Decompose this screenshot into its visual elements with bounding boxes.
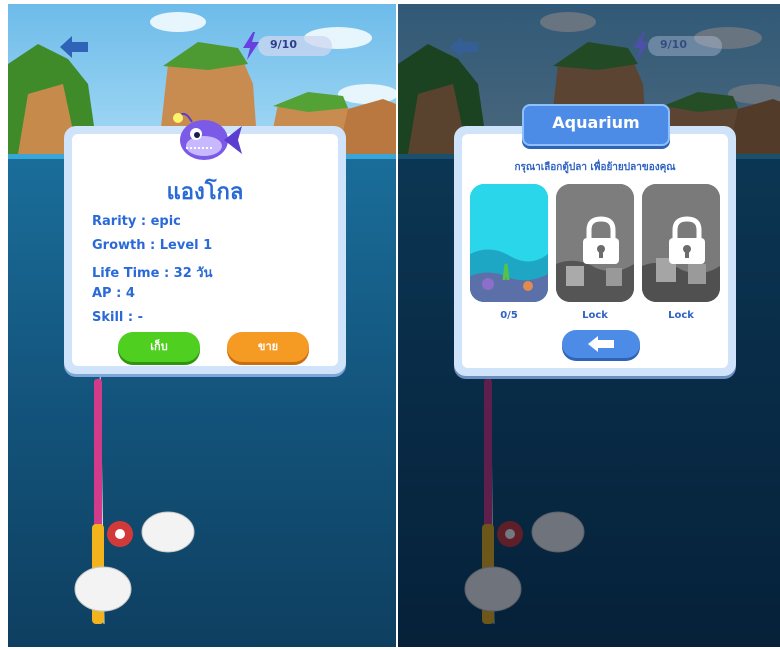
back-arrow-icon — [450, 36, 478, 58]
fish-name: แองโกล — [166, 180, 244, 205]
energy-counter: 9/10 — [270, 38, 297, 51]
lightning-bolt-icon — [243, 32, 259, 60]
back-button[interactable] — [562, 330, 640, 358]
aquarium-tank-image — [470, 184, 548, 302]
top-hud: 9/10 — [8, 4, 396, 84]
stat-rarity: Rarity : epic — [92, 214, 181, 229]
aquarium-prompt: กรุณาเลือกตู้ปลา เพื่อย้ายปลาของคุณ — [514, 162, 676, 173]
keep-button[interactable]: เก็บ — [118, 332, 200, 362]
aquarium-title-banner: Aquarium — [522, 104, 670, 146]
back-arrow-icon[interactable] — [58, 34, 90, 60]
sell-button[interactable]: ขาย — [227, 332, 309, 362]
back-arrow-icon — [588, 336, 614, 352]
tank-2-label: Lock — [582, 310, 608, 321]
lock-icon — [583, 216, 619, 264]
energy-counter: 9/10 — [660, 38, 687, 51]
tank-1-capacity: 0/5 — [500, 310, 518, 321]
aquarium-title: Aquarium — [552, 113, 640, 132]
lightning-bolt-icon — [633, 32, 649, 60]
tank-1[interactable] — [470, 184, 548, 302]
stat-growth: Growth : Level 1 — [92, 238, 213, 253]
top-hud: 9/10 — [398, 4, 780, 84]
lock-icon — [669, 216, 705, 264]
aquarium-dialog: กรุณาเลือกตู้ปลา เพื่อย้ายปลาของคุณ 0/5 … — [454, 126, 736, 376]
stat-life-time: Life Time : 32 วัน — [92, 266, 213, 281]
anglerfish-icon — [173, 112, 242, 160]
tank-3-label: Lock — [668, 310, 694, 321]
aquarium-screen: 9/10 กรุณาเลือกตู้ปลา เพื่อย้ายปลาของคุณ — [398, 4, 780, 647]
stat-skill: Skill : - — [92, 310, 144, 325]
stat-ap: AP : 4 — [92, 286, 135, 301]
catch-screen: 9/10 แองโกล Rarity : epic Growth : Level… — [8, 4, 396, 647]
